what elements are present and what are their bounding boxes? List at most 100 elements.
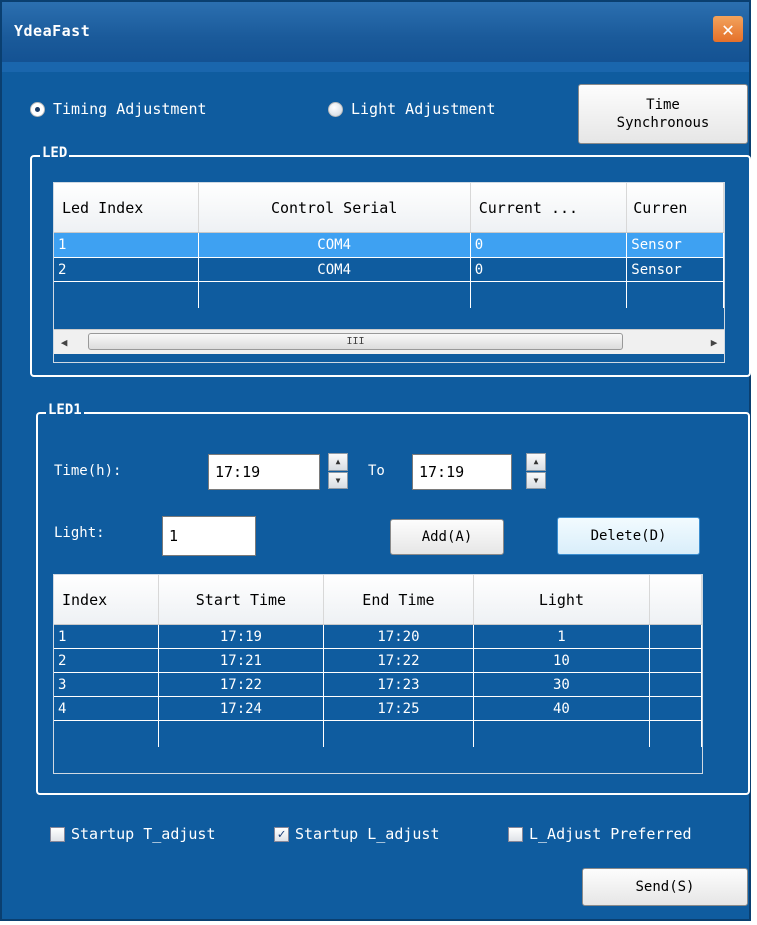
cell-end-time: 17:20 <box>324 625 474 648</box>
l-adjust-preferred-checkbox[interactable]: L_Adjust Preferred <box>508 825 692 843</box>
col-light[interactable]: Light <box>474 575 651 624</box>
radio-timing-adjustment[interactable]: Timing Adjustment <box>30 100 207 118</box>
col-start-time[interactable]: Start Time <box>159 575 325 624</box>
cell-empty <box>54 282 199 308</box>
radio-timing-label: Timing Adjustment <box>53 100 207 118</box>
cell-empty <box>627 282 724 308</box>
radio-light-label: Light Adjustment <box>351 100 496 118</box>
table-row[interactable]: 2 COM4 0 Sensor <box>54 258 724 282</box>
cell-start-time: 17:21 <box>159 649 325 672</box>
table-row[interactable]: 4 17:24 17:25 40 <box>54 697 702 721</box>
add-button[interactable]: Add(A) <box>390 519 504 555</box>
cell-index: 1 <box>54 625 159 648</box>
col-index[interactable]: Index <box>54 575 159 624</box>
col-filler <box>650 575 702 624</box>
col-led-index[interactable]: Led Index <box>54 183 199 232</box>
time-from-stepper[interactable]: ▲ ▼ <box>328 453 348 489</box>
title-bar[interactable]: YdeaFast ✕ <box>2 2 749 62</box>
time-from-field[interactable]: 17:19 <box>208 454 320 490</box>
table-row[interactable]: 3 17:22 17:23 30 <box>54 673 702 697</box>
startup-l-label: Startup L_adjust <box>295 825 440 843</box>
cell-current: 0 <box>471 258 628 281</box>
cell-filler <box>650 697 702 720</box>
time-to-field[interactable]: 17:19 <box>412 454 512 490</box>
time-label: Time(h): <box>54 463 122 479</box>
title-divider <box>2 62 749 72</box>
cell-empty <box>54 721 159 747</box>
startup-t-adjust-checkbox[interactable]: Startup T_adjust <box>50 825 216 843</box>
window-title: YdeaFast <box>14 22 91 40</box>
main-window: YdeaFast ✕ Timing Adjustment Light Adjus… <box>0 0 751 921</box>
cell-led-index: 2 <box>54 258 199 281</box>
time-synchronous-button[interactable]: Time Synchronous <box>578 84 748 144</box>
cell-light: 1 <box>474 625 651 648</box>
send-button[interactable]: Send(S) <box>582 868 748 906</box>
cell-filler <box>650 673 702 696</box>
cell-empty <box>471 282 628 308</box>
schedule-grid-header: Index Start Time End Time Light <box>54 575 702 625</box>
cell-light: 40 <box>474 697 651 720</box>
cell-empty <box>324 721 474 747</box>
cell-light: 30 <box>474 673 651 696</box>
delete-button[interactable]: Delete(D) <box>557 517 700 555</box>
cell-empty <box>650 721 702 747</box>
cell-start-time: 17:19 <box>159 625 325 648</box>
table-row[interactable]: 1 COM4 0 Sensor <box>54 233 724 258</box>
cell-index: 3 <box>54 673 159 696</box>
cell-end-time: 17:22 <box>324 649 474 672</box>
table-row[interactable] <box>54 282 724 308</box>
cell-control-serial: COM4 <box>199 258 471 281</box>
cell-current-mode: Sensor <box>627 233 724 257</box>
spin-up-icon[interactable]: ▲ <box>328 453 348 471</box>
col-control-serial[interactable]: Control Serial <box>199 183 471 232</box>
col-current-2[interactable]: Curren <box>627 183 724 232</box>
scroll-thumb[interactable]: III <box>88 333 623 350</box>
cell-empty <box>474 721 651 747</box>
cell-index: 2 <box>54 649 159 672</box>
cell-start-time: 17:24 <box>159 697 325 720</box>
radio-unselected-icon <box>328 101 343 117</box>
radio-selected-icon <box>30 101 45 117</box>
cell-end-time: 17:23 <box>324 673 474 696</box>
led-grid-header: Led Index Control Serial Current ... Cur… <box>54 183 724 233</box>
scroll-left-icon[interactable]: ◀ <box>54 330 74 354</box>
light-label: Light: <box>54 525 105 541</box>
schedule-grid[interactable]: Index Start Time End Time Light 1 17:19 … <box>53 574 703 774</box>
table-row[interactable]: 2 17:21 17:22 10 <box>54 649 702 673</box>
spin-up-icon[interactable]: ▲ <box>526 453 546 471</box>
checkbox-unchecked-icon <box>50 826 65 842</box>
cell-empty <box>199 282 471 308</box>
cell-led-index: 1 <box>54 233 199 257</box>
cell-filler <box>650 649 702 672</box>
time-sync-line2: Synchronous <box>616 115 710 131</box>
col-current-1[interactable]: Current ... <box>471 183 628 232</box>
table-row[interactable]: 1 17:19 17:20 1 <box>54 625 702 649</box>
cell-current: 0 <box>471 233 628 257</box>
horizontal-scrollbar[interactable]: ◀ III ▶ <box>54 329 724 354</box>
close-icon[interactable]: ✕ <box>713 16 743 42</box>
time-sync-line1: Time <box>646 97 680 113</box>
light-field[interactable]: 1 <box>162 516 256 556</box>
radio-light-adjustment[interactable]: Light Adjustment <box>328 100 496 118</box>
led-group-label: LED <box>40 145 70 161</box>
cell-end-time: 17:25 <box>324 697 474 720</box>
col-end-time[interactable]: End Time <box>324 575 474 624</box>
startup-l-adjust-checkbox[interactable]: ✓ Startup L_adjust <box>274 825 440 843</box>
led-grid[interactable]: Led Index Control Serial Current ... Cur… <box>53 182 725 363</box>
cell-light: 10 <box>474 649 651 672</box>
to-label: To <box>368 463 385 479</box>
l-preferred-label: L_Adjust Preferred <box>529 825 692 843</box>
checkbox-unchecked-icon <box>508 826 523 842</box>
time-to-stepper[interactable]: ▲ ▼ <box>526 453 546 489</box>
checkmark-icon: ✓ <box>274 826 289 842</box>
cell-index: 4 <box>54 697 159 720</box>
cell-start-time: 17:22 <box>159 673 325 696</box>
scroll-right-icon[interactable]: ▶ <box>704 330 724 354</box>
led1-group-label: LED1 <box>46 402 84 418</box>
table-row[interactable] <box>54 721 702 747</box>
spin-down-icon[interactable]: ▼ <box>526 471 546 489</box>
cell-current-mode: Sensor <box>627 258 724 281</box>
cell-control-serial: COM4 <box>199 233 471 257</box>
cell-filler <box>650 625 702 648</box>
spin-down-icon[interactable]: ▼ <box>328 471 348 489</box>
